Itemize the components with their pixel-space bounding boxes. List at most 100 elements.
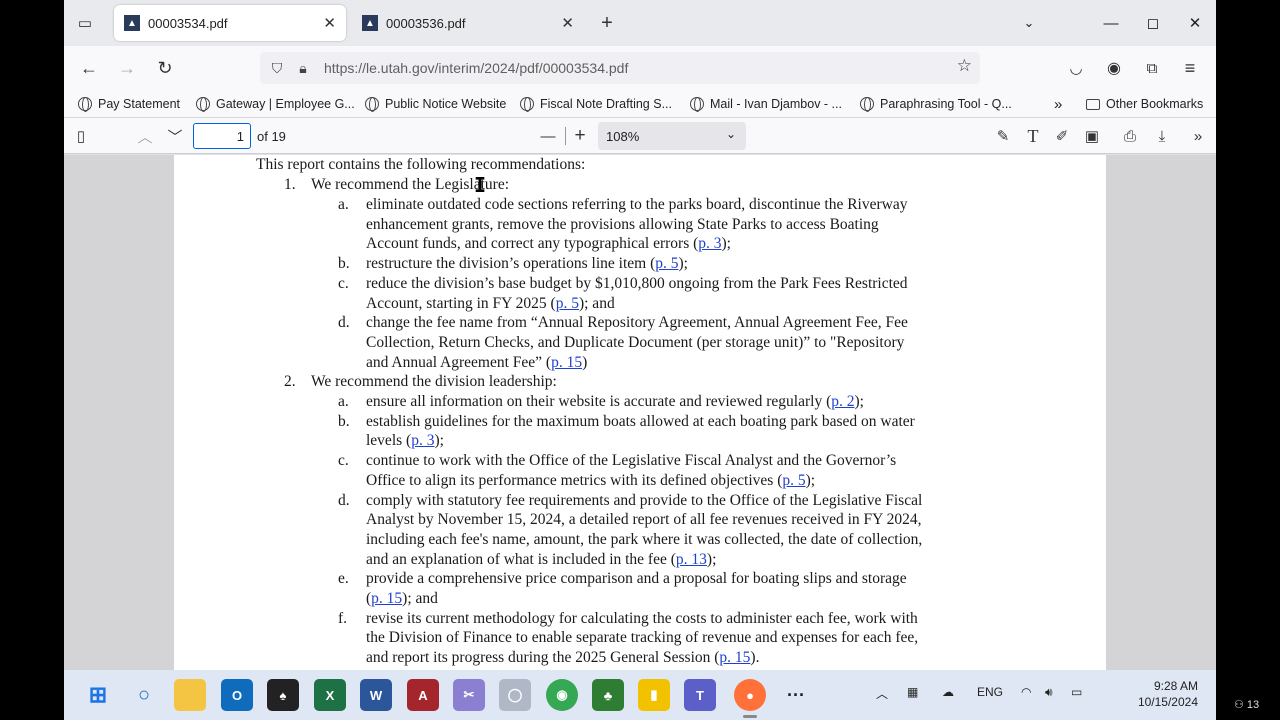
snipping-tool-icon[interactable]: ✂ <box>453 679 485 711</box>
zoom-out-button[interactable]: — <box>535 124 561 148</box>
item-text-line: and an explanation of what is included i… <box>366 550 716 569</box>
pdf-viewport[interactable]: This report contains the following recom… <box>64 155 1216 670</box>
minimize-icon[interactable]: — <box>1096 10 1126 36</box>
reload-icon[interactable]: ↻ <box>151 55 179 81</box>
close-window-icon[interactable]: ✕ <box>1180 10 1210 36</box>
bookmark-star-icon[interactable]: ☆ <box>957 56 972 76</box>
chat-icon[interactable]: ◯ <box>499 679 531 711</box>
tab-00003536[interactable]: ▲ 00003536.pdf ✕ <box>352 5 584 41</box>
page-reference-link[interactable]: p. 15 <box>551 354 582 371</box>
power-bi-icon[interactable]: ▮ <box>638 679 670 711</box>
account-icon[interactable]: ◉ <box>1100 55 1128 81</box>
url-text[interactable]: https://le.utah.gov/interim/2024/pdf/000… <box>324 60 628 76</box>
item-letter: c. <box>338 274 349 292</box>
extensions-icon[interactable]: ⧉ <box>1138 55 1166 81</box>
next-page-icon[interactable]: ﹀ <box>162 124 188 148</box>
teams-icon[interactable]: T <box>684 679 716 711</box>
word-icon[interactable]: W <box>360 679 392 711</box>
line-text: ) <box>582 353 588 371</box>
line-text: establish guidelines for the maximum boa… <box>366 412 915 430</box>
toolbar-divider <box>565 127 566 145</box>
tray-chevron-up-icon[interactable]: ︿ <box>876 685 888 702</box>
zoom-in-button[interactable]: + <box>567 124 593 148</box>
page-reference-link[interactable]: p. 15 <box>719 649 750 666</box>
item-text-line: establish guidelines for the maximum boa… <box>366 412 915 431</box>
taskbar: ⊞ ○ O ♠ X W A ✂ ◯ ◉ ♣ ▮ T ● ··· ︿ ▦ ☁ EN… <box>64 670 1216 720</box>
line-text: provide a comprehensive price comparison… <box>366 570 907 588</box>
line-text: ); <box>721 235 731 253</box>
new-tab-button[interactable]: + <box>594 10 620 36</box>
battery-icon[interactable]: ▭ <box>1071 685 1082 699</box>
close-tab-icon[interactable]: ✕ <box>323 14 336 32</box>
lock-icon[interactable]: 🔒︎ <box>290 55 316 81</box>
item-text-line: and report its progress during the 2025 … <box>366 648 759 667</box>
item-letter: a. <box>338 196 349 213</box>
bookmarks-overflow-icon[interactable]: » <box>1054 95 1062 113</box>
page-reference-link[interactable]: p. 15 <box>371 590 402 607</box>
tab-00003534[interactable]: ▲ 00003534.pdf ✕ <box>114 5 346 41</box>
page-reference-link[interactable]: p. 3 <box>411 432 434 449</box>
item-letter: d. <box>338 314 350 332</box>
text-tool-icon[interactable]: T <box>1020 124 1046 148</box>
tab-list-icon[interactable]: ▭ <box>72 10 98 36</box>
firefox-icon[interactable]: ● <box>734 679 766 711</box>
bookmark-gateway[interactable]: Gateway | Employee G... <box>196 95 355 113</box>
page-reference-link[interactable]: p. 13 <box>676 551 707 568</box>
tools-overflow-icon[interactable]: » <box>1185 124 1211 148</box>
tree-app-icon[interactable]: ♣ <box>592 679 624 711</box>
page-reference-link[interactable]: p. 5 <box>782 472 805 489</box>
bookmark-public-notice[interactable]: Public Notice Website <box>365 95 506 113</box>
zoom-select[interactable]: 108% ⌄ <box>598 122 746 150</box>
image-icon[interactable]: ▣ <box>1079 124 1105 148</box>
page-reference-link[interactable]: p. 5 <box>556 295 579 312</box>
more-apps-icon[interactable]: ··· <box>780 679 812 711</box>
sidebar-toggle-icon[interactable]: ▯ <box>68 124 94 148</box>
line-text: Analyst by November 15, 2024, a detailed… <box>366 511 922 529</box>
bookmark-paraphrasing-tool[interactable]: Paraphrasing Tool - Q... <box>860 95 1012 113</box>
bookmark-pay-statement[interactable]: Pay Statement <box>78 95 180 113</box>
chrome-icon[interactable]: ◉ <box>546 679 578 711</box>
recommendation-heading: We recommend the division leadership: <box>311 373 557 390</box>
page-reference-link[interactable]: p. 3 <box>698 235 721 252</box>
excel-icon[interactable]: X <box>314 679 346 711</box>
print-icon[interactable]: ⎙ <box>1117 124 1143 148</box>
address-bar[interactable]: ⛉ 🔒︎ https://le.utah.gov/interim/2024/pd… <box>260 52 980 84</box>
bookmark-mail[interactable]: Mail - Ivan Djambov - ... <box>690 95 842 113</box>
bookmark-fiscal-note[interactable]: Fiscal Note Drafting S... <box>520 95 672 113</box>
bookmarks-bar: Pay Statement Gateway | Employee G... Pu… <box>64 90 1216 118</box>
outlook-icon[interactable]: O <box>221 679 253 711</box>
clock[interactable]: 9:28 AM 10/15/2024 <box>1138 678 1198 710</box>
search-icon[interactable]: ○ <box>128 679 160 711</box>
page-reference-link[interactable]: p. 2 <box>831 393 854 410</box>
maximize-icon[interactable]: ◻ <box>1138 10 1168 36</box>
forward-arrow-icon[interactable]: → <box>113 55 141 81</box>
page-number-input[interactable] <box>193 123 251 149</box>
access-icon[interactable]: A <box>407 679 439 711</box>
highlight-icon[interactable]: ✎ <box>990 124 1016 148</box>
cloud-icon[interactable]: ☁ <box>942 685 954 699</box>
tab-overflow-chevron-icon[interactable]: ⌄ <box>1014 10 1044 36</box>
item-text-line: Collection, Return Checks, and Duplicate… <box>366 333 904 352</box>
participants-badge: ⚇ 13 <box>1234 699 1260 711</box>
start-windows-icon[interactable]: ⊞ <box>82 679 114 711</box>
save-icon[interactable]: ⤓ <box>1149 124 1175 148</box>
volume-icon[interactable]: 🔊︎ <box>1045 685 1053 700</box>
wifi-icon[interactable]: ◠ <box>1021 685 1031 699</box>
line-text: ); <box>706 550 717 568</box>
page-reference-link[interactable]: p. 5 <box>655 255 678 272</box>
previous-page-icon[interactable]: ︿ <box>132 124 158 148</box>
pocket-icon[interactable]: ◡ <box>1062 55 1090 81</box>
file-explorer-icon[interactable] <box>174 679 206 711</box>
folder-icon <box>1086 98 1100 110</box>
other-bookmarks-folder[interactable]: Other Bookmarks <box>1086 95 1203 113</box>
language-indicator[interactable]: ENG <box>977 685 1003 699</box>
item-text-line: restructure the division’s operations li… <box>366 254 688 273</box>
close-tab-icon[interactable]: ✕ <box>561 14 574 32</box>
draw-icon[interactable]: ✐ <box>1049 124 1075 148</box>
menu-icon[interactable]: ≡ <box>1176 55 1204 81</box>
tracking-shield-icon[interactable]: ⛉ <box>264 55 290 81</box>
app-icon[interactable]: ♠ <box>267 679 299 711</box>
item-text-line: Analyst by November 15, 2024, a detailed… <box>366 510 922 529</box>
back-arrow-icon[interactable]: ← <box>75 55 103 81</box>
tray-app-icon[interactable]: ▦ <box>907 685 918 699</box>
